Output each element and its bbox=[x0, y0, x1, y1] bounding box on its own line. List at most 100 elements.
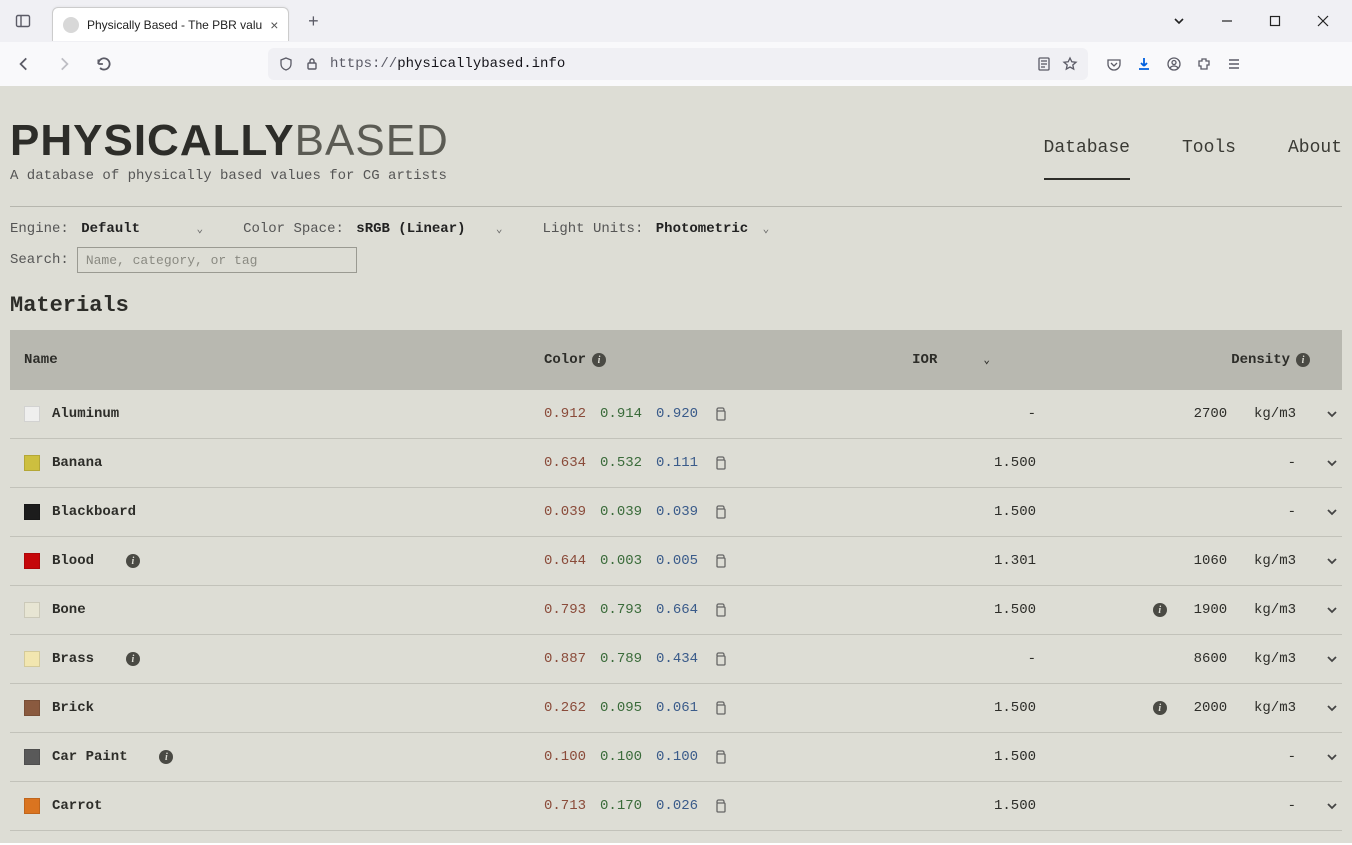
tab-close-icon[interactable]: × bbox=[270, 17, 278, 33]
color-values: 0.7930.7930.664 bbox=[530, 602, 850, 618]
table-row[interactable]: Bone0.7930.7930.6641.500i 1900 kg/m3 bbox=[10, 586, 1342, 635]
reload-button[interactable] bbox=[88, 48, 120, 80]
table-row[interactable]: Brick0.2620.0950.0611.500i 2000 kg/m3 bbox=[10, 684, 1342, 733]
copy-icon[interactable] bbox=[712, 602, 728, 618]
material-name: Bone bbox=[52, 602, 86, 618]
ior-value: 1.301 bbox=[850, 553, 1050, 569]
col-name[interactable]: Name bbox=[10, 352, 530, 368]
pocket-icon[interactable] bbox=[1106, 56, 1122, 72]
search-input[interactable] bbox=[77, 247, 357, 273]
info-icon[interactable]: i bbox=[1153, 701, 1167, 715]
tabs-dropdown-icon[interactable] bbox=[1156, 5, 1202, 37]
reader-mode-icon[interactable] bbox=[1036, 56, 1052, 72]
material-name: Brass bbox=[52, 651, 94, 667]
color-values: 0.2620.0950.061 bbox=[530, 700, 850, 716]
browser-tab[interactable]: Physically Based - The PBR valu × bbox=[52, 7, 289, 41]
info-icon[interactable]: i bbox=[126, 554, 140, 568]
back-button[interactable] bbox=[8, 48, 40, 80]
color-values: 0.7130.1700.026 bbox=[530, 798, 850, 814]
toolbar: https://physicallybased.info bbox=[0, 42, 1352, 86]
table-header: Name Colori IOR⌄ Densityi bbox=[10, 330, 1342, 390]
expand-row-icon[interactable] bbox=[1310, 651, 1350, 667]
expand-row-icon[interactable] bbox=[1310, 602, 1350, 618]
copy-icon[interactable] bbox=[712, 406, 728, 422]
color-swatch bbox=[24, 406, 40, 422]
copy-icon[interactable] bbox=[712, 700, 728, 716]
expand-row-icon[interactable] bbox=[1310, 749, 1350, 765]
info-icon[interactable]: i bbox=[1296, 353, 1310, 367]
table-row[interactable]: Blood i0.6440.0030.0051.3011060 kg/m3 bbox=[10, 537, 1342, 586]
copy-icon[interactable] bbox=[712, 455, 728, 471]
app-menu-icon[interactable] bbox=[1226, 56, 1242, 72]
color-swatch bbox=[24, 700, 40, 716]
copy-icon[interactable] bbox=[712, 504, 728, 520]
downloads-icon[interactable] bbox=[1136, 56, 1152, 72]
window-minimize-icon[interactable] bbox=[1204, 5, 1250, 37]
lock-icon[interactable] bbox=[304, 56, 320, 72]
density-value: 1060 kg/m3 bbox=[1050, 553, 1310, 569]
density-value: - bbox=[1050, 749, 1310, 765]
copy-icon[interactable] bbox=[712, 749, 728, 765]
expand-row-icon[interactable] bbox=[1310, 553, 1350, 569]
color-swatch bbox=[24, 602, 40, 618]
material-name: Aluminum bbox=[52, 406, 119, 422]
color-swatch bbox=[24, 651, 40, 667]
col-ior[interactable]: IOR⌄ bbox=[850, 352, 1050, 368]
address-bar[interactable]: https://physicallybased.info bbox=[268, 48, 1088, 80]
material-name: Blackboard bbox=[52, 504, 136, 520]
window-maximize-icon[interactable] bbox=[1252, 5, 1298, 37]
section-title: Materials bbox=[10, 293, 1342, 318]
color-swatch bbox=[24, 455, 40, 471]
ior-value: 1.500 bbox=[850, 700, 1050, 716]
nav-about[interactable]: About bbox=[1288, 138, 1342, 180]
info-icon[interactable]: i bbox=[1153, 603, 1167, 617]
density-value: - bbox=[1050, 798, 1310, 814]
info-icon[interactable]: i bbox=[126, 652, 140, 666]
info-icon[interactable]: i bbox=[592, 353, 606, 367]
expand-row-icon[interactable] bbox=[1310, 798, 1350, 814]
nav-database[interactable]: Database bbox=[1044, 138, 1130, 180]
colorspace-selector[interactable]: Color Space: sRGB (Linear) ⌄ bbox=[243, 221, 502, 237]
engine-selector[interactable]: Engine: Default ⌄ bbox=[10, 221, 203, 237]
table-row[interactable]: Blackboard0.0390.0390.0391.500- bbox=[10, 488, 1342, 537]
copy-icon[interactable] bbox=[712, 651, 728, 667]
color-values: 0.8870.7890.434 bbox=[530, 651, 850, 667]
table-row[interactable]: Carrot0.7130.1700.0261.500- bbox=[10, 782, 1342, 831]
shield-icon[interactable] bbox=[278, 56, 294, 72]
account-icon[interactable] bbox=[1166, 56, 1182, 72]
color-swatch bbox=[24, 749, 40, 765]
chevron-down-icon: ⌄ bbox=[196, 224, 203, 236]
ior-value: 1.500 bbox=[850, 455, 1050, 471]
color-values: 0.6340.5320.111 bbox=[530, 455, 850, 471]
nav-tools[interactable]: Tools bbox=[1182, 138, 1236, 180]
table-row[interactable]: Banana0.6340.5320.1111.500- bbox=[10, 439, 1342, 488]
chevron-down-icon: ⌄ bbox=[983, 353, 990, 367]
density-value: i 2000 kg/m3 bbox=[1050, 700, 1310, 716]
info-icon[interactable]: i bbox=[159, 750, 173, 764]
expand-row-icon[interactable] bbox=[1310, 455, 1350, 471]
color-values: 0.9120.9140.920 bbox=[530, 406, 850, 422]
window-close-icon[interactable] bbox=[1300, 5, 1346, 37]
lightunits-selector[interactable]: Light Units: Photometric ⌄ bbox=[543, 221, 770, 237]
tab-title: Physically Based - The PBR valu bbox=[87, 18, 262, 32]
site-tagline: A database of physically based values fo… bbox=[10, 168, 449, 184]
copy-icon[interactable] bbox=[712, 553, 728, 569]
ior-value: 1.500 bbox=[850, 798, 1050, 814]
bookmark-icon[interactable] bbox=[1062, 56, 1078, 72]
forward-button bbox=[48, 48, 80, 80]
expand-row-icon[interactable] bbox=[1310, 504, 1350, 520]
col-density[interactable]: Densityi bbox=[1050, 352, 1310, 368]
table-row[interactable]: Aluminum0.9120.9140.920-2700 kg/m3 bbox=[10, 390, 1342, 439]
extensions-icon[interactable] bbox=[1196, 56, 1212, 72]
url-text: https://physicallybased.info bbox=[330, 56, 565, 72]
page-body: PHYSICALLYBASED A database of physically… bbox=[0, 86, 1352, 843]
copy-icon[interactable] bbox=[712, 798, 728, 814]
col-color[interactable]: Colori bbox=[530, 352, 850, 368]
sidebar-toggle-icon[interactable] bbox=[6, 6, 40, 36]
table-row[interactable]: Brass i0.8870.7890.434-8600 kg/m3 bbox=[10, 635, 1342, 684]
table-row[interactable]: Car Paint i0.1000.1000.1001.500- bbox=[10, 733, 1342, 782]
expand-row-icon[interactable] bbox=[1310, 700, 1350, 716]
new-tab-button[interactable]: + bbox=[299, 7, 327, 35]
expand-row-icon[interactable] bbox=[1310, 406, 1350, 422]
density-value: - bbox=[1050, 455, 1310, 471]
